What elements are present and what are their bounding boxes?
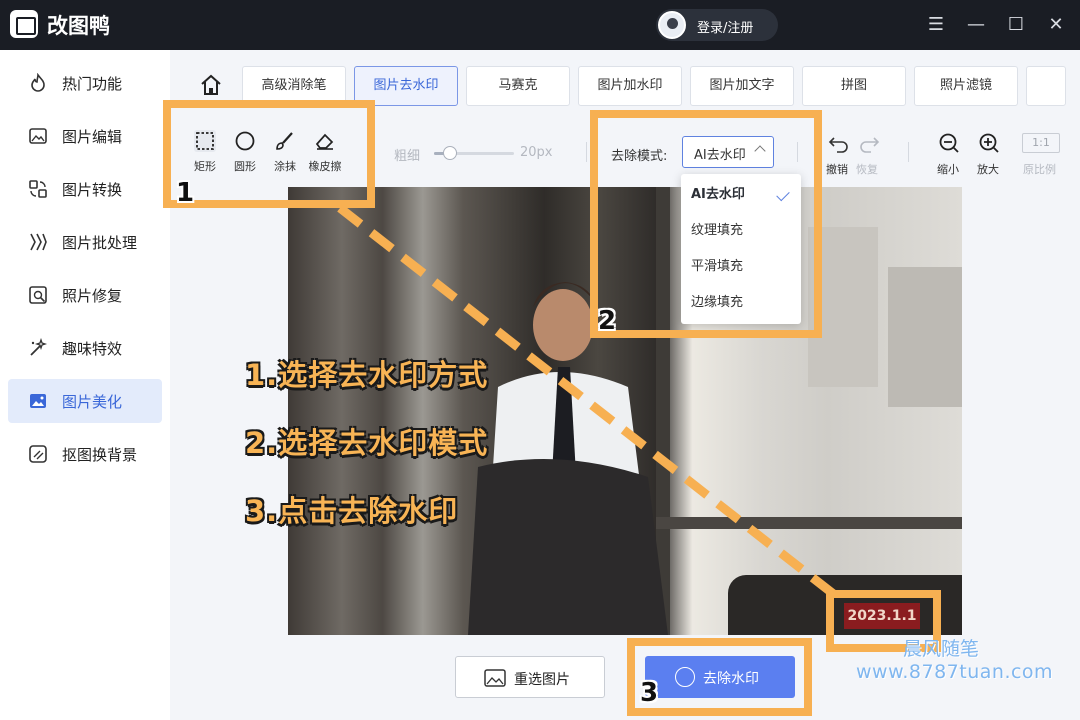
redo-label: 恢复: [856, 163, 878, 176]
divider: [908, 142, 909, 162]
cutout-icon: [29, 445, 47, 463]
sidebar-label: 趣味特效: [62, 340, 123, 358]
tab-mosaic[interactable]: 马赛克: [466, 66, 570, 106]
title-bar: 改图鸭 登录/注册 ☰ — ☐ ✕: [0, 0, 1080, 50]
thickness-label: 粗细: [394, 149, 421, 164]
beautify-icon: [30, 394, 46, 408]
tab-photo-filter[interactable]: 照片滤镜: [914, 66, 1018, 106]
reselect-image-button[interactable]: 重选图片: [455, 656, 605, 698]
login-label: 登录/注册: [697, 21, 754, 36]
tab-add-watermark[interactable]: 图片加水印: [578, 66, 682, 106]
reselect-label: 重选图片: [514, 672, 570, 688]
sidebar-item-beautify[interactable]: 图片美化: [8, 379, 162, 423]
menu-icon[interactable]: ☰: [925, 14, 947, 36]
step-number-1: 1: [176, 178, 195, 208]
avatar-icon: [658, 11, 686, 39]
zoom-in-label: 放大: [977, 163, 999, 176]
sidebar-item-repair[interactable]: 照片修复: [8, 273, 162, 317]
sidebar-item-convert[interactable]: 图片转换: [8, 167, 162, 211]
highlight-box-tools: [163, 100, 375, 208]
sidebar-item-effects[interactable]: 趣味特效: [8, 326, 162, 370]
zoom-out-label: 缩小: [937, 163, 959, 176]
login-button[interactable]: 登录/注册: [656, 9, 778, 41]
sidebar-item-batch[interactable]: 图片批处理: [8, 220, 162, 264]
sidebar-label: 照片修复: [62, 287, 123, 305]
sidebar-label: 热门功能: [62, 75, 123, 93]
image-edit-icon: [29, 128, 47, 144]
sidebar-label: 图片转换: [62, 181, 123, 199]
zoom-out-icon[interactable]: [938, 132, 960, 154]
batch-icon: [30, 233, 47, 251]
sidebar-item-cutout[interactable]: 抠图换背景: [8, 432, 162, 476]
sidebar-item-edit[interactable]: 图片编辑: [8, 114, 162, 158]
divider: [586, 142, 587, 162]
tab-collage[interactable]: 拼图: [802, 66, 906, 106]
home-icon[interactable]: [198, 72, 224, 98]
original-ratio-button[interactable]: 1:1: [1022, 133, 1060, 153]
undo-icon[interactable]: [828, 134, 850, 154]
sidebar-item-hot[interactable]: 热门功能: [8, 61, 162, 105]
step-text-1: 1.选择去水印方式: [245, 358, 489, 392]
app-title: 改图鸭: [47, 14, 110, 38]
fire-icon: [31, 73, 45, 92]
original-ratio-label: 原比例: [1023, 163, 1056, 176]
sidebar: 热门功能 图片编辑 图片转换 图片批处理 照片修复 趣味特效 图片美化 抠图换背…: [0, 50, 170, 720]
tab-more[interactable]: [1026, 66, 1066, 106]
step-text-2: 2.选择去水印模式: [245, 426, 489, 460]
sidebar-label: 图片编辑: [62, 128, 123, 146]
sidebar-label: 图片美化: [62, 393, 123, 411]
redo-icon[interactable]: [858, 134, 880, 154]
photo-window-sill: [656, 517, 962, 529]
minimize-icon[interactable]: —: [965, 14, 987, 36]
step-number-2: 2: [598, 306, 617, 336]
close-icon[interactable]: ✕: [1045, 14, 1067, 36]
sparkle-icon: [30, 338, 48, 356]
zoom-in-icon[interactable]: [978, 132, 1000, 154]
photo-building: [888, 267, 962, 407]
maximize-icon[interactable]: ☐: [1005, 14, 1027, 36]
sidebar-label: 图片批处理: [62, 234, 138, 252]
thickness-value: 20px: [520, 145, 553, 160]
image-icon: [484, 669, 506, 687]
sidebar-label: 抠图换背景: [62, 446, 138, 464]
undo-label: 撤销: [826, 163, 848, 176]
convert-icon: [29, 180, 47, 198]
step-text-3: 3.点击去除水印: [245, 494, 459, 528]
tab-add-text[interactable]: 图片加文字: [690, 66, 794, 106]
app-logo-icon: [10, 10, 38, 38]
repair-icon: [29, 286, 47, 304]
step-number-3: 3: [640, 678, 659, 708]
site-watermark-name: 晨风随笔: [903, 638, 980, 660]
slider-knob[interactable]: [443, 146, 457, 160]
site-watermark-url: www.8787tuan.com: [856, 661, 1054, 683]
highlight-box-mode: [590, 110, 822, 338]
